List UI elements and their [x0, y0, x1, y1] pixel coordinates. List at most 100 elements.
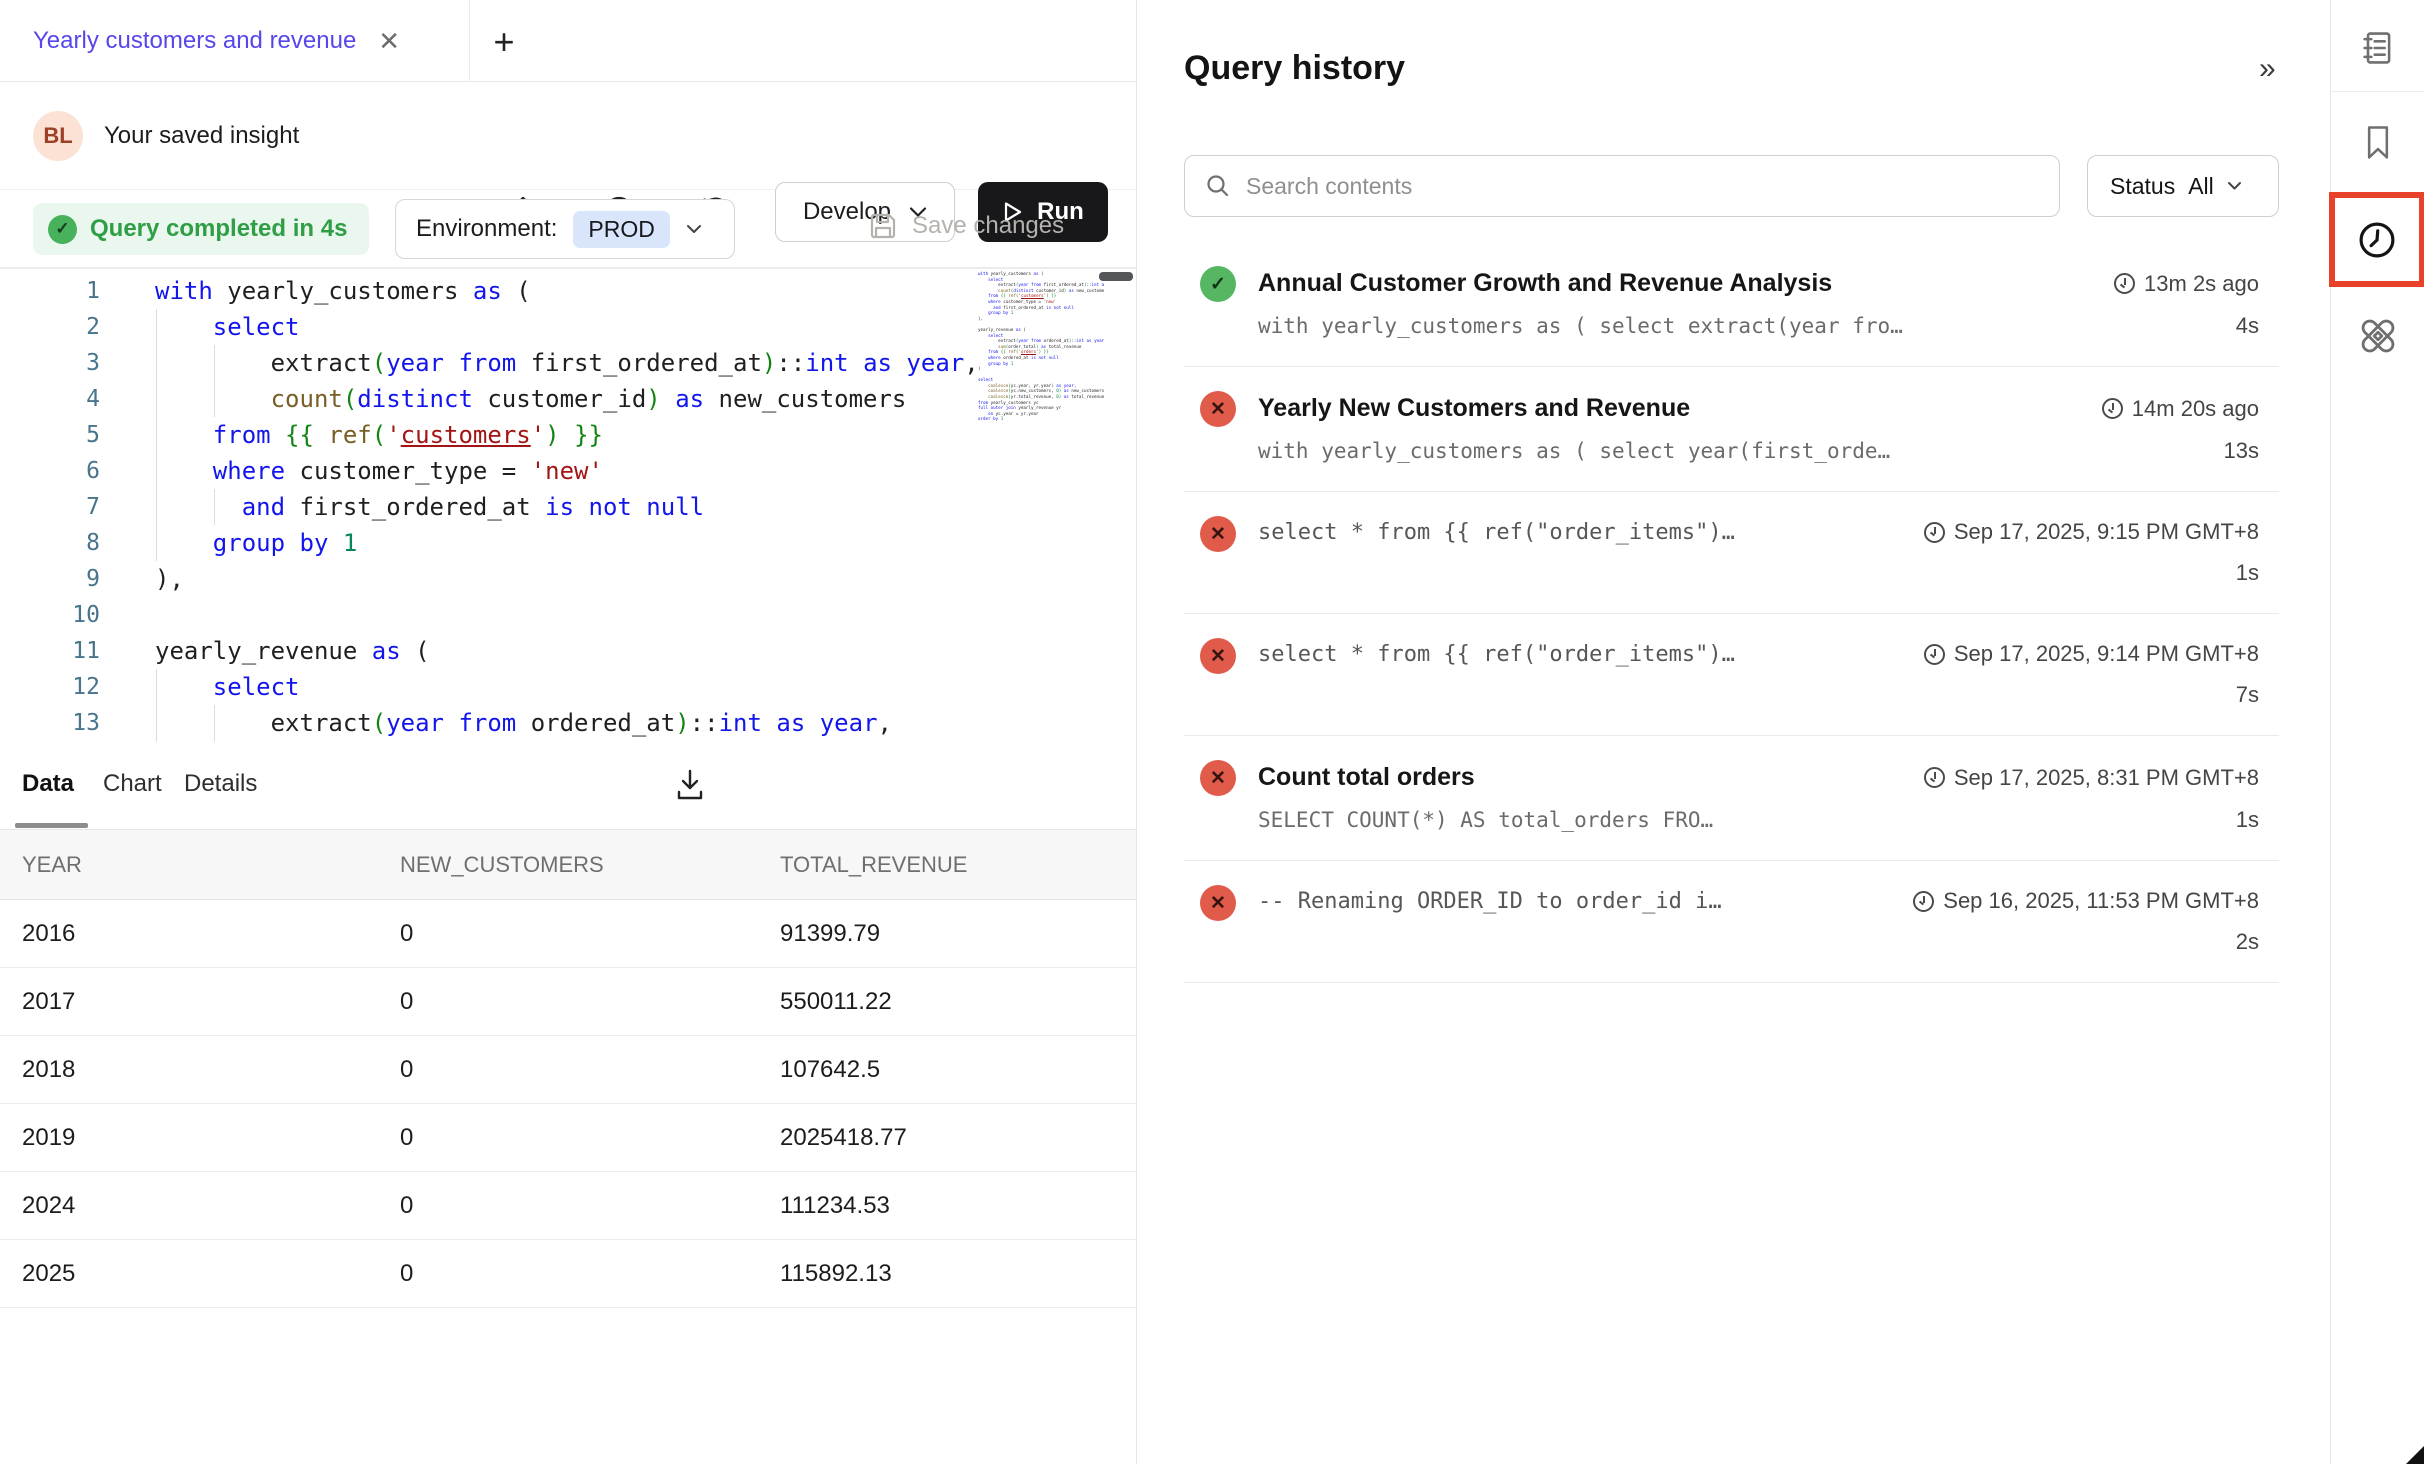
table-cell: 0 [378, 920, 758, 948]
history-item[interactable]: ✕-- Renaming ORDER_ID to order_id i…Sep … [1184, 861, 2279, 983]
history-item[interactable]: ✕ select * from {{ ref("order_items")… Sep… [1184, 492, 2279, 614]
history-item-timestamp: Sep 17, 2025, 8:31 PM GMT+8 [1924, 765, 2259, 791]
table-cell: 2017 [0, 988, 378, 1016]
clock-icon [1913, 891, 1934, 912]
table-cell: 111234.53 [758, 1192, 1136, 1220]
line-number: 3 [0, 345, 100, 381]
tab-title: Yearly customers and revenue [33, 27, 356, 55]
divider [2331, 91, 2424, 92]
environment-dropdown[interactable]: Environment: PROD [395, 199, 735, 259]
table-cell: 0 [378, 1260, 758, 1288]
history-item-title: Count total orders [1258, 763, 1475, 792]
collapse-panel-icon[interactable]: » [2259, 52, 2276, 86]
check-circle-icon: ✓ [48, 215, 77, 244]
sql-editor[interactable]: 12345678910111213 with yearly_customers … [0, 268, 1136, 742]
notebook-icon[interactable] [2358, 28, 2398, 68]
tab-details[interactable]: Details [184, 770, 257, 798]
table-body: 2016091399.7920170550011.2220180107642.5… [0, 900, 1136, 1308]
history-clock-icon[interactable] [2355, 218, 2399, 262]
history-item-timestamp: Sep 17, 2025, 9:15 PM GMT+8 [1924, 519, 2259, 545]
history-item[interactable]: ✕ select * from {{ ref("order_items")… Sep… [1184, 614, 2279, 736]
history-item-title: select * from {{ ref("order_items")… [1258, 642, 1735, 667]
history-item-title: select * from {{ ref("order_items")… [1258, 520, 1735, 545]
search-input[interactable] [1246, 173, 2039, 200]
line-number: 4 [0, 381, 100, 417]
search-box[interactable] [1184, 155, 2060, 217]
code-line: order by 1 [978, 416, 1104, 422]
clock-icon [2114, 273, 2135, 294]
table-cell: 2016 [0, 920, 378, 948]
line-number: 6 [0, 453, 100, 489]
tab-bar: Yearly customers and revenue ✕ + [0, 0, 1136, 82]
toolbar: BL Your saved insight Develop [0, 82, 1136, 190]
chevron-down-icon [686, 224, 702, 235]
history-item-timestamp: 13m 2s ago [2114, 271, 2259, 297]
history-item[interactable]: ✕Count total ordersSep 17, 2025, 8:31 PM… [1184, 736, 2279, 861]
indent-guide [214, 489, 215, 525]
error-status-icon: ✕ [1200, 516, 1236, 552]
results-tab-bar: Data Chart Details [0, 742, 1136, 830]
table-cell: 550011.22 [758, 988, 1136, 1016]
clock-icon [1924, 522, 1945, 543]
save-icon [868, 211, 898, 241]
line-number: 10 [0, 597, 100, 633]
history-item-duration: 7s [2236, 682, 2259, 708]
saved-insight-label: Your saved insight [104, 122, 299, 150]
indent-guide [156, 669, 157, 742]
tab-chart[interactable]: Chart [103, 770, 162, 798]
table-row[interactable]: 20240111234.53 [0, 1172, 1136, 1240]
tab-data[interactable]: Data [22, 770, 74, 798]
history-item[interactable]: ✓Annual Customer Growth and Revenue Anal… [1184, 242, 2279, 367]
line-number: 5 [0, 417, 100, 453]
query-status-text: Query completed in 4s [90, 215, 347, 243]
history-item-duration: 13s [2224, 438, 2259, 464]
table-cell: 0 [378, 1192, 758, 1220]
table-row[interactable]: 2016091399.79 [0, 900, 1136, 968]
download-icon[interactable] [672, 766, 708, 804]
column-header-total-revenue[interactable]: TOTAL_REVENUE [758, 852, 1136, 878]
error-status-icon: ✕ [1200, 638, 1236, 674]
history-item-timestamp: 14m 20s ago [2102, 396, 2259, 422]
table-row[interactable]: 20180107642.5 [0, 1036, 1136, 1104]
clock-icon [2102, 398, 2123, 419]
status-filter-dropdown[interactable]: Status All [2087, 155, 2279, 217]
table-row[interactable]: 20250115892.13 [0, 1240, 1136, 1308]
table-cell: 0 [378, 988, 758, 1016]
table-cell: 0 [378, 1056, 758, 1084]
history-item-title: -- Renaming ORDER_ID to order_id i… [1258, 889, 1722, 914]
line-number: 11 [0, 633, 100, 669]
column-header-new-customers[interactable]: NEW_CUSTOMERS [378, 852, 758, 878]
close-icon[interactable]: ✕ [378, 28, 400, 54]
table-cell: 2025418.77 [758, 1124, 1136, 1152]
save-changes-button[interactable]: Save changes [868, 211, 1064, 241]
environment-label: Environment: [416, 215, 557, 243]
table-cell: 0 [378, 1124, 758, 1152]
column-header-year[interactable]: YEAR [0, 852, 378, 878]
table-row[interactable]: 201902025418.77 [0, 1104, 1136, 1172]
history-item-duration: 1s [2236, 807, 2259, 833]
results-table: YEAR NEW_CUSTOMERS TOTAL_REVENUE 2016091… [0, 830, 1136, 1308]
page-title: Query history [1184, 49, 1405, 88]
query-history-list: ✓Annual Customer Growth and Revenue Anal… [1184, 242, 2279, 983]
tab-yearly-customers-and-revenue[interactable]: Yearly customers and revenue ✕ [0, 0, 470, 82]
history-item-timestamp: Sep 17, 2025, 9:14 PM GMT+8 [1924, 641, 2259, 667]
query-history-panel: Query history » Status All ✓Annual Custo… [1136, 0, 2330, 1464]
add-tab-button[interactable]: + [482, 20, 526, 64]
table-cell: 2024 [0, 1192, 378, 1220]
history-item-timestamp: Sep 16, 2025, 11:53 PM GMT+8 [1913, 888, 2259, 914]
history-item[interactable]: ✕Yearly New Customers and Revenue14m 20s… [1184, 367, 2279, 492]
indent-guide [156, 309, 157, 561]
history-item-duration: 4s [2236, 313, 2259, 339]
history-item-snippet: with yearly_customers as ( select extrac… [1258, 314, 1903, 338]
line-number: 7 [0, 489, 100, 525]
table-row[interactable]: 20170550011.22 [0, 968, 1136, 1036]
line-number: 1 [0, 273, 100, 309]
scrollbar-thumb[interactable] [1099, 272, 1133, 281]
lineage-icon[interactable] [2356, 314, 2400, 358]
status-row: ✓ Query completed in 4s Environment: PRO… [0, 190, 1136, 268]
chevron-down-icon [2227, 181, 2242, 191]
error-status-icon: ✕ [1200, 391, 1236, 427]
cursor-artifact [2406, 1446, 2424, 1464]
editor-minimap[interactable]: with yearly_customers as ( select extrac… [978, 271, 1104, 739]
bookmark-icon[interactable] [2358, 122, 2398, 164]
